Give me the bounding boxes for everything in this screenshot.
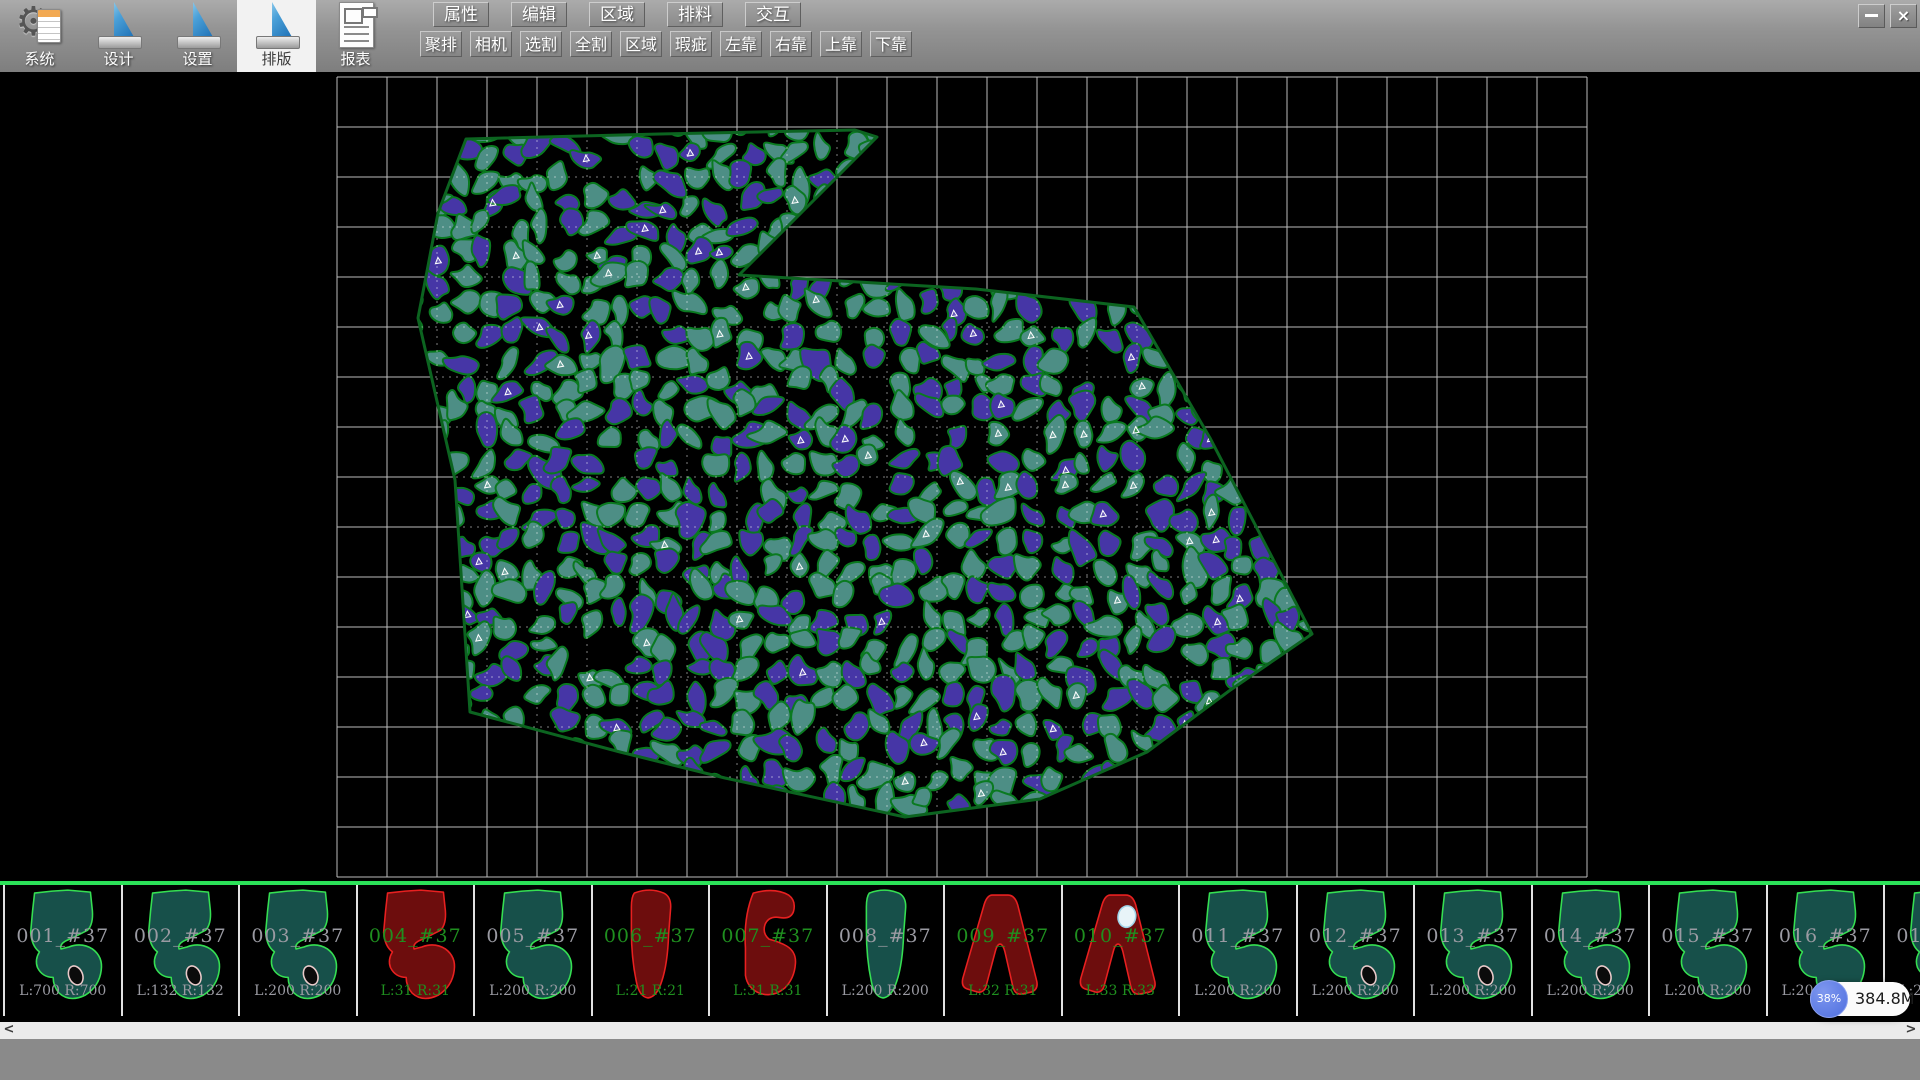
app-tab-system[interactable]: ⚙系统	[0, 0, 79, 72]
tool-defect[interactable]: 瑕疵	[670, 31, 712, 57]
piece-name: 005_#37	[475, 925, 591, 947]
piece-thumbnail[interactable]: 006_#37 L:21 R:21	[593, 885, 711, 1016]
piece-lr-count: L:700 R:700	[5, 983, 121, 999]
app-tab-label: 设计	[103, 49, 133, 69]
app-tab-label: 系统	[24, 49, 54, 69]
piece-thumbnail[interactable]: 009_#37 L:32 R:31	[945, 885, 1063, 1016]
app-tab-settings[interactable]: 设置	[158, 0, 237, 72]
tool-snap-left[interactable]: 左靠	[720, 31, 762, 57]
piece-thumbnail[interactable]: 007_#37 L:31 R:31	[710, 885, 828, 1016]
app-tab-report[interactable]: 报表	[316, 0, 395, 72]
piece-name: 016_#37	[1768, 925, 1884, 947]
tool-cluster-nest[interactable]: 聚排	[420, 31, 462, 57]
piece-name: 007_#37	[710, 925, 826, 947]
piece-lr-count: L:200 R:200	[1533, 983, 1649, 999]
progress-circle: 38%	[1810, 980, 1848, 1018]
piece-name: 017_#37	[1885, 925, 1920, 947]
piece-thumbnail[interactable]: 012_#37 L:200 R:200	[1298, 885, 1416, 1016]
app-tab-label: 设置	[182, 49, 212, 69]
piece-thumbnail[interactable]: 015_#37 L:200 R:200	[1650, 885, 1768, 1016]
piece-name: 014_#37	[1533, 925, 1649, 947]
piece-lr-count: L:31 R:31	[358, 983, 474, 999]
memory-value: 384.8M	[1855, 982, 1915, 1016]
piece-name: 012_#37	[1298, 925, 1414, 947]
app-tab-label: 报表	[340, 49, 370, 69]
minimize-button[interactable]	[1858, 4, 1885, 28]
tool-select-cut[interactable]: 选割	[520, 31, 562, 57]
menu-interaction[interactable]: 交互	[745, 2, 801, 27]
tool-snap-down[interactable]: 下靠	[870, 31, 912, 57]
piece-lr-count: L:132 R:132	[123, 983, 239, 999]
menu-row: 属性编辑区域排料交互	[433, 2, 801, 27]
piece-name: 011_#37	[1180, 925, 1296, 947]
tool-snap-right[interactable]: 右靠	[770, 31, 812, 57]
piece-lr-count: L:21 R:21	[593, 983, 709, 999]
gear-icon: ⚙	[16, 2, 64, 48]
memory-status-badge: 38% 384.8M	[1810, 982, 1910, 1016]
piece-thumbnail[interactable]: 004_#37 L:31 R:31	[358, 885, 476, 1016]
piece-name: 006_#37	[593, 925, 709, 947]
app-tab-layout[interactable]: 排版	[237, 0, 316, 72]
piece-lr-count: L:200 R:200	[1298, 983, 1414, 999]
nesting-canvas[interactable]	[0, 72, 1920, 881]
piece-name: 002_#37	[123, 925, 239, 947]
canvas-svg	[0, 72, 1920, 881]
piece-name: 008_#37	[828, 925, 944, 947]
piece-name: 015_#37	[1650, 925, 1766, 947]
window-bottom-strip	[0, 1039, 1920, 1080]
set-square-icon	[253, 2, 301, 48]
piece-name: 001_#37	[5, 925, 121, 947]
piece-thumbnail[interactable]: 002_#37 L:132 R:132	[123, 885, 241, 1016]
menu-properties[interactable]: 属性	[433, 2, 489, 27]
main-toolbar: ⚙系统设计设置排版报表 属性编辑区域排料交互 聚排相机选割全割区域瑕疵左靠右靠上…	[0, 0, 1920, 72]
piece-thumbnail[interactable]: 003_#37 L:200 R:200	[240, 885, 358, 1016]
app-tab-row: ⚙系统设计设置排版报表	[0, 0, 395, 72]
tool-snap-up[interactable]: 上靠	[820, 31, 862, 57]
piece-lr-count: L:200 R:200	[240, 983, 356, 999]
report-icon	[332, 2, 380, 48]
menu-edit[interactable]: 编辑	[511, 2, 567, 27]
piece-lr-count: L:31 R:31	[710, 983, 826, 999]
window-controls: ×	[1858, 4, 1917, 28]
piece-lr-count: L:200 R:200	[1180, 983, 1296, 999]
app-tab-label: 排版	[261, 49, 291, 69]
piece-lr-count: L:200 R:200	[1415, 983, 1531, 999]
close-button[interactable]: ×	[1890, 4, 1917, 28]
piece-lr-count: L:200 R:200	[1650, 983, 1766, 999]
piece-lr-count: L:200 R:200	[828, 983, 944, 999]
piece-thumbnail[interactable]: 005_#37 L:200 R:200	[475, 885, 593, 1016]
piece-name: 009_#37	[945, 925, 1061, 947]
app-tab-design[interactable]: 设计	[79, 0, 158, 72]
piece-thumbnail[interactable]: 011_#37 L:200 R:200	[1180, 885, 1298, 1016]
tool-region[interactable]: 区域	[620, 31, 662, 57]
piece-name: 003_#37	[240, 925, 356, 947]
piece-name: 004_#37	[358, 925, 474, 947]
tool-row: 聚排相机选割全割区域瑕疵左靠右靠上靠下靠	[420, 31, 912, 57]
piece-thumbnail-strip: 001_#37L:700 R:700002_#37L:132 R:132003_…	[0, 881, 1920, 1018]
scroll-right-button[interactable]: >	[1902, 1022, 1920, 1039]
menu-nesting[interactable]: 排料	[667, 2, 723, 27]
horizontal-scrollbar[interactable]: < >	[0, 1022, 1920, 1039]
menu-region[interactable]: 区域	[589, 2, 645, 27]
piece-lr-count: L:33 R:33	[1063, 983, 1179, 999]
tool-camera[interactable]: 相机	[470, 31, 512, 57]
piece-thumbnail[interactable]: 010_#37 L:33 R:33	[1063, 885, 1181, 1016]
close-icon: ×	[1897, 6, 1910, 25]
piece-name: 010_#37	[1063, 925, 1179, 947]
piece-name: 013_#37	[1415, 925, 1531, 947]
piece-thumbnail[interactable]: 013_#37 L:200 R:200	[1415, 885, 1533, 1016]
scroll-left-button[interactable]: <	[0, 1022, 18, 1039]
set-square-icon	[174, 2, 222, 48]
tool-cut-all[interactable]: 全割	[570, 31, 612, 57]
minimize-icon	[1865, 14, 1878, 17]
piece-thumbnail[interactable]: 001_#37 L:700 R:700	[3, 885, 123, 1016]
set-square-icon	[95, 2, 143, 48]
piece-lr-count: L:32 R:31	[945, 983, 1061, 999]
piece-lr-count: L:200 R:200	[475, 983, 591, 999]
piece-thumbnail[interactable]: 008_#37 L:200 R:200	[828, 885, 946, 1016]
piece-thumbnail[interactable]: 014_#37 L:200 R:200	[1533, 885, 1651, 1016]
